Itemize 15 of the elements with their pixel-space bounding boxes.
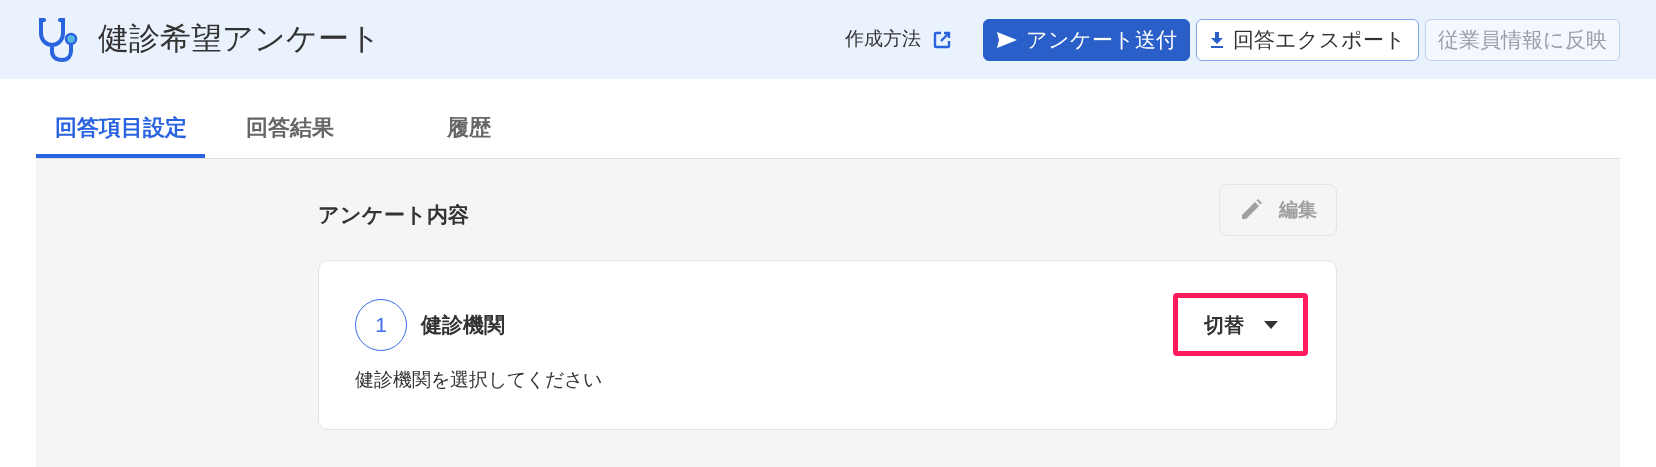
tab[interactable]: 回答結果 — [205, 100, 375, 158]
question-title: 健診機関 — [421, 311, 505, 338]
external-link-icon — [933, 30, 951, 49]
page-title: 健診希望アンケート — [98, 20, 381, 59]
send-icon — [996, 30, 1018, 49]
help-link[interactable]: 作成方法 — [845, 25, 951, 54]
tab[interactable]: 履歴 — [374, 100, 563, 158]
download-icon — [1209, 30, 1225, 49]
pencil-icon — [1239, 198, 1263, 222]
caret-icon — [1263, 320, 1278, 329]
header-button[interactable]: アンケート送付 — [983, 18, 1190, 61]
header-button[interactable]: 回答エクスポート — [1196, 18, 1419, 61]
section-title: アンケート内容 — [318, 202, 469, 229]
question-description: 健診機関を選択してください — [355, 368, 603, 392]
type-dropdown[interactable]: 切替 — [1173, 293, 1308, 356]
